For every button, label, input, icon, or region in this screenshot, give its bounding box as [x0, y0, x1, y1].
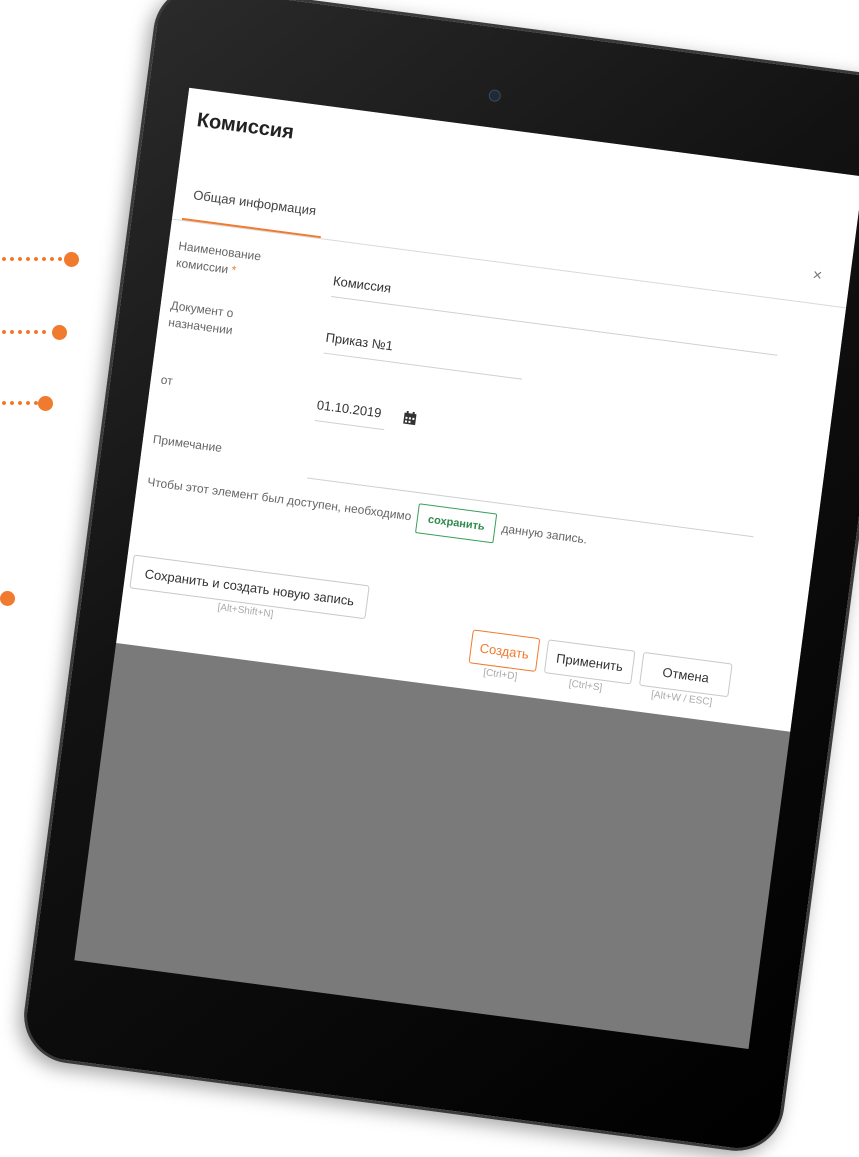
- notice-text-after: данную запись.: [500, 521, 589, 547]
- close-icon[interactable]: ×: [811, 267, 823, 286]
- camera-icon: [488, 88, 502, 103]
- tablet-device: Комиссия Общая информация × Наименование…: [18, 0, 859, 1157]
- calendar-icon[interactable]: [402, 410, 418, 427]
- tab-general-info[interactable]: Общая информация: [181, 168, 328, 239]
- tablet-screen: Комиссия Общая информация × Наименование…: [74, 87, 859, 1049]
- commission-dialog: Комиссия Общая информация × Наименование…: [116, 87, 859, 732]
- dialog-title: Комиссия: [195, 109, 296, 144]
- note-label: Примечание: [152, 432, 223, 456]
- document-input[interactable]: Приказ №1: [323, 329, 526, 380]
- name-label: Наименование комиссии *: [175, 238, 262, 283]
- date-label: от: [159, 372, 174, 389]
- required-mark: *: [230, 262, 238, 278]
- save-inline-button[interactable]: сохранить: [415, 503, 498, 544]
- tab-bar: Общая информация ×: [171, 167, 853, 309]
- document-label: Документ о назначении: [167, 297, 236, 339]
- date-input[interactable]: 01.10.2019: [314, 397, 388, 431]
